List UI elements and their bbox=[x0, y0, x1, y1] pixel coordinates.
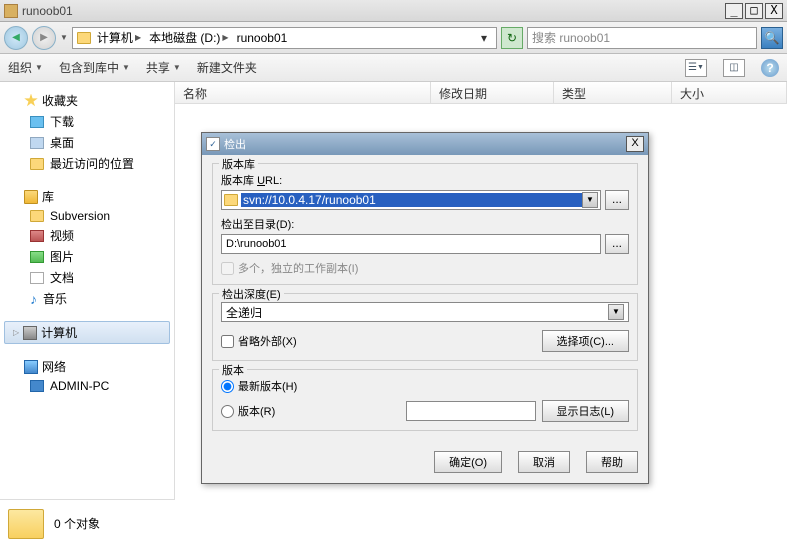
sidebar-favorites-header[interactable]: 收藏夹 bbox=[4, 90, 170, 111]
search-button[interactable]: 🔍 bbox=[761, 27, 783, 49]
depth-dropdown[interactable]: ▼ bbox=[608, 304, 624, 320]
dir-label: 检出至目录(D): bbox=[221, 216, 629, 232]
head-revision-radio[interactable]: 最新版本(H) bbox=[221, 378, 629, 394]
share-menu[interactable]: 共享 ▼ bbox=[146, 59, 181, 76]
column-date[interactable]: 修改日期 bbox=[431, 82, 554, 103]
refresh-button[interactable]: ↻ bbox=[501, 27, 523, 49]
help-button[interactable]: ? bbox=[761, 59, 779, 77]
head-radio[interactable] bbox=[221, 380, 234, 393]
specific-revision-radio[interactable]: 版本(R) bbox=[221, 403, 275, 419]
breadcrumb-drive[interactable]: 本地磁盘 (D:) ▶ bbox=[147, 29, 230, 46]
depth-group: 检出深度(E) 全递归 ▼ 省略外部(X) 选择项(C)... bbox=[212, 293, 638, 361]
choose-items-button[interactable]: 选择项(C)... bbox=[542, 330, 629, 352]
sidebar-item-documents[interactable]: 文档 bbox=[4, 267, 170, 288]
ok-button[interactable]: 确定(O) bbox=[434, 451, 502, 473]
sidebar-item-music[interactable]: ♪音乐 bbox=[4, 288, 170, 309]
sidebar-item-computer[interactable]: ▷计算机 bbox=[4, 321, 170, 344]
depth-value: 全递归 bbox=[226, 304, 262, 321]
window-title: runoob01 bbox=[22, 4, 723, 18]
folder-icon bbox=[224, 194, 238, 206]
repo-url-value: svn://10.0.4.17/runoob01 bbox=[241, 193, 582, 207]
repository-group: 版本库 版本库 URL: svn://10.0.4.17/runoob01 ▼ … bbox=[212, 163, 638, 285]
forward-button[interactable]: ▶ bbox=[32, 26, 56, 50]
checkout-dialog: ✓ 检出 X 版本库 版本库 URL: svn://10.0.4.17/runo… bbox=[201, 132, 649, 484]
breadcrumb-computer[interactable]: 计算机 ▶ bbox=[95, 29, 143, 46]
column-name[interactable]: 名称 bbox=[175, 82, 431, 103]
url-label: 版本库 URL: bbox=[221, 175, 282, 187]
sidebar-item-pictures[interactable]: 图片 bbox=[4, 246, 170, 267]
multiple-copies-check bbox=[221, 262, 234, 275]
sidebar-item-desktop[interactable]: 桌面 bbox=[4, 132, 170, 153]
new-folder-button[interactable]: 新建文件夹 bbox=[197, 59, 257, 76]
column-headers: 名称 修改日期 类型 大小 bbox=[175, 82, 787, 104]
status-bar: 0 个对象 bbox=[0, 499, 175, 547]
item-count: 0 个对象 bbox=[54, 515, 100, 532]
sidebar-network-header[interactable]: 网络 bbox=[4, 356, 170, 377]
checkout-dir-browse-button[interactable]: ... bbox=[605, 234, 629, 254]
sidebar-item-recent[interactable]: 最近访问的位置 bbox=[4, 153, 170, 174]
sidebar-item-video[interactable]: 视频 bbox=[4, 225, 170, 246]
rev-radio[interactable] bbox=[221, 405, 234, 418]
sidebar-item-downloads[interactable]: 下载 bbox=[4, 111, 170, 132]
minimize-button[interactable]: _ bbox=[725, 3, 743, 19]
column-size[interactable]: 大小 bbox=[672, 82, 787, 103]
dialog-close-button[interactable]: X bbox=[626, 136, 644, 152]
checkout-dir-input[interactable] bbox=[221, 234, 601, 254]
multiple-copies-checkbox: 多个，独立的工作副本(I) bbox=[221, 260, 629, 276]
command-toolbar: 组织 ▼ 包含到库中 ▼ 共享 ▼ 新建文件夹 ☰ ▼ ◫ ? bbox=[0, 54, 787, 82]
repo-url-browse-button[interactable]: ... bbox=[605, 190, 629, 210]
omit-externals-checkbox[interactable]: 省略外部(X) bbox=[221, 333, 297, 349]
help-button[interactable]: 帮助 bbox=[586, 451, 638, 473]
navigation-sidebar: 收藏夹 下载 桌面 最近访问的位置 库 Subversion 视频 图片 文档 … bbox=[0, 82, 175, 547]
revision-input[interactable] bbox=[406, 401, 536, 421]
breadcrumb-folder[interactable]: runoob01 bbox=[235, 31, 290, 45]
address-dropdown[interactable]: ▾ bbox=[476, 31, 492, 45]
depth-legend: 检出深度(E) bbox=[219, 286, 284, 302]
repo-url-combo[interactable]: svn://10.0.4.17/runoob01 ▼ bbox=[221, 190, 601, 210]
sidebar-libraries-header[interactable]: 库 bbox=[4, 186, 170, 207]
close-button[interactable]: X bbox=[765, 3, 783, 19]
include-library-menu[interactable]: 包含到库中 ▼ bbox=[59, 59, 130, 76]
dialog-titlebar[interactable]: ✓ 检出 X bbox=[202, 133, 648, 155]
omit-externals-check[interactable] bbox=[221, 335, 234, 348]
cancel-button[interactable]: 取消 bbox=[518, 451, 570, 473]
address-bar[interactable]: 计算机 ▶ 本地磁盘 (D:) ▶ runoob01 ▾ bbox=[72, 27, 497, 49]
repository-legend: 版本库 bbox=[219, 156, 258, 172]
search-input[interactable]: 搜索 runoob01 bbox=[527, 27, 757, 49]
folder-icon bbox=[8, 509, 44, 539]
preview-pane-button[interactable]: ◫ bbox=[723, 59, 745, 77]
depth-select[interactable]: 全递归 ▼ bbox=[221, 302, 629, 322]
history-dropdown[interactable]: ▼ bbox=[60, 33, 68, 42]
folder-icon bbox=[4, 4, 18, 18]
navigation-bar: ◀ ▶ ▼ 计算机 ▶ 本地磁盘 (D:) ▶ runoob01 ▾ ↻ 搜索 … bbox=[0, 22, 787, 54]
view-options-button[interactable]: ☰ ▼ bbox=[685, 59, 707, 77]
maximize-button[interactable]: □ bbox=[745, 3, 763, 19]
show-log-button[interactable]: 显示日志(L) bbox=[542, 400, 629, 422]
checkout-icon: ✓ bbox=[206, 137, 220, 151]
sidebar-item-subversion[interactable]: Subversion bbox=[4, 207, 170, 225]
repo-url-dropdown[interactable]: ▼ bbox=[582, 192, 598, 208]
sidebar-item-admin-pc[interactable]: ADMIN-PC bbox=[4, 377, 170, 395]
column-type[interactable]: 类型 bbox=[554, 82, 672, 103]
back-button[interactable]: ◀ bbox=[4, 26, 28, 50]
dialog-title: 检出 bbox=[224, 136, 246, 152]
revision-group: 版本 最新版本(H) 版本(R) 显示日志(L) bbox=[212, 369, 638, 431]
window-titlebar: runoob01 _ □ X bbox=[0, 0, 787, 22]
revision-legend: 版本 bbox=[219, 362, 247, 378]
organize-menu[interactable]: 组织 ▼ bbox=[8, 59, 43, 76]
folder-icon bbox=[77, 32, 91, 44]
